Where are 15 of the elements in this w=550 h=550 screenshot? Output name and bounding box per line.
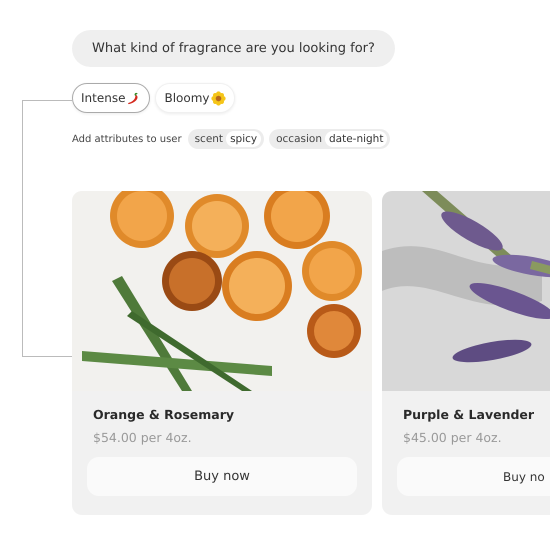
attribute-value: date-night: [324, 131, 388, 147]
buy-button[interactable]: Buy no: [397, 457, 550, 496]
product-name: Purple & Lavender: [402, 407, 536, 422]
product-price: $54.00 per 4oz.: [92, 430, 193, 445]
option-chip[interactable]: Bloomy: [155, 83, 235, 113]
buy-button[interactable]: Buy now: [87, 457, 357, 496]
product-name: Orange & Rosemary: [92, 407, 236, 422]
flower-icon: [210, 90, 226, 106]
attribute-key: occasion: [276, 133, 322, 145]
attribute-key: scent: [194, 133, 224, 145]
attributes-label: Add attributes to user: [72, 134, 182, 144]
option-chip[interactable]: Intense: [72, 83, 150, 113]
product-price: $45.00 per 4oz.: [402, 430, 503, 445]
question-bubble: What kind of fragrance are you looking for?: [72, 30, 395, 67]
attribute-value: spicy: [226, 131, 262, 147]
